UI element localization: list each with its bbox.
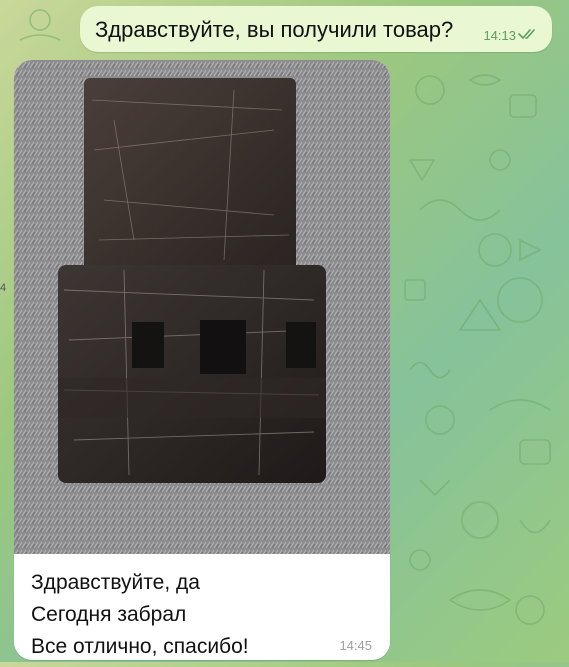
- outgoing-message-meta: 14:13: [483, 28, 538, 43]
- incoming-message-bubble[interactable]: Здравствуйте, да Сегодня забрал Все отли…: [14, 60, 390, 660]
- incoming-message-time: 14:45: [339, 638, 372, 653]
- outgoing-message-text: Здравствуйте, вы получили товар?: [95, 17, 454, 42]
- caption-line-3: Все отлично, спасибо!: [31, 635, 249, 658]
- caption-line-2: Сегодня забрал: [31, 603, 187, 626]
- outgoing-message-bubble[interactable]: Здравствуйте, вы получили товар? 14:13: [80, 6, 552, 52]
- outgoing-message-time: 14:13: [483, 28, 516, 43]
- double-check-icon: [518, 28, 538, 43]
- parcel-photo[interactable]: [14, 60, 390, 554]
- caption-line-1: Здравствуйте, да: [31, 571, 200, 594]
- edge-fragment-text: 4: [0, 282, 7, 294]
